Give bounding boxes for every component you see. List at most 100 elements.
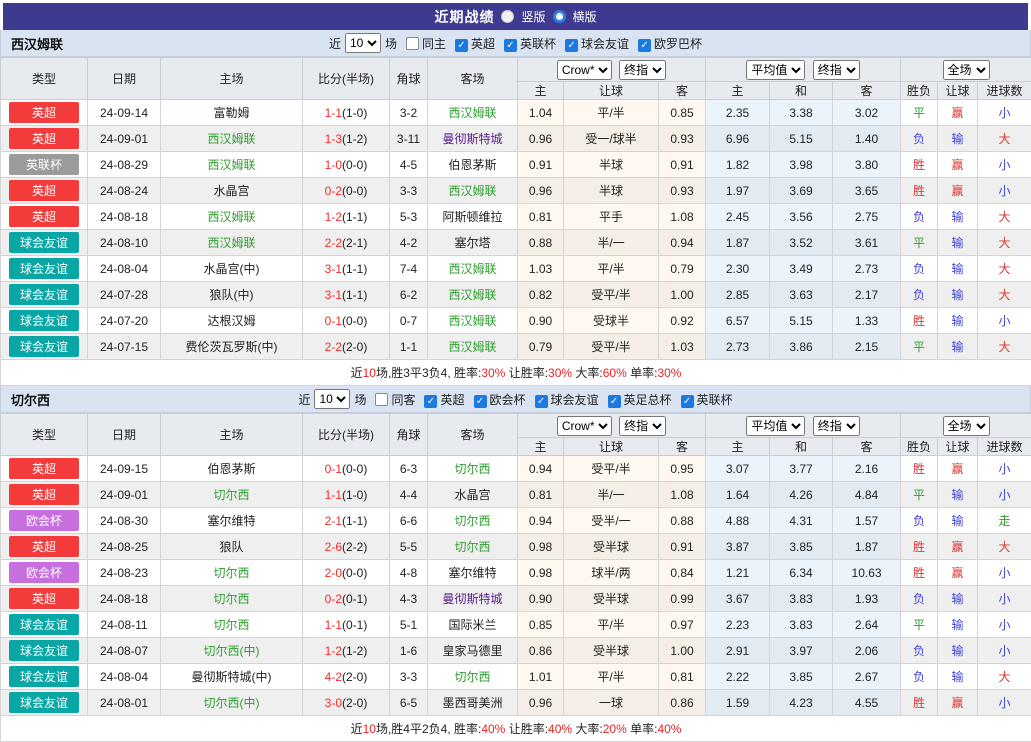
fulltime-score[interactable]: 1-2 [325,644,342,658]
home-team[interactable]: 狼队(中) [161,282,303,308]
away-team-name[interactable]: 西汉姆联 [448,184,496,198]
home-team[interactable]: 伯恩茅斯 [161,456,303,482]
home-team[interactable]: 西汉姆联 [161,126,303,152]
away-team-name[interactable]: 塞尔维特 [448,566,496,580]
league-checkbox[interactable]: ✓ [504,39,517,52]
home-team-name[interactable]: 狼队 [219,540,243,554]
score-cell[interactable]: 2-0(0-0) [303,560,390,586]
home-team[interactable]: 切尔西 [161,482,303,508]
away-team[interactable]: 皇家马德里 [428,638,518,664]
fulltime-score[interactable]: 4-2 [325,670,342,684]
fulltime-score[interactable]: 1-1 [325,106,342,120]
league-checkbox[interactable]: ✓ [681,395,694,408]
away-team[interactable]: 西汉姆联 [428,334,518,360]
away-team[interactable]: 西汉姆联 [428,308,518,334]
fulltime-score[interactable]: 0-1 [325,314,342,328]
fulltime-score[interactable]: 3-1 [325,262,342,276]
avg-final-select[interactable]: 终指 [813,60,860,80]
away-team-name[interactable]: 西汉姆联 [448,106,496,120]
league-checkbox[interactable]: ✓ [638,39,651,52]
home-team[interactable]: 曼彻斯特城(中) [161,664,303,690]
away-team-name[interactable]: 切尔西 [454,514,490,528]
away-team-name[interactable]: 墨西哥美洲 [442,696,502,710]
score-cell[interactable]: 0-1(0-0) [303,308,390,334]
score-cell[interactable]: 0-2(0-1) [303,586,390,612]
fulltime-score[interactable]: 0-2 [325,592,342,606]
away-team[interactable]: 曼彻斯特城 [428,126,518,152]
away-team[interactable]: 西汉姆联 [428,178,518,204]
away-team[interactable]: 伯恩茅斯 [428,152,518,178]
same-venue-checkbox[interactable] [375,393,388,406]
home-team[interactable]: 狼队 [161,534,303,560]
home-team-name[interactable]: 切尔西 [213,618,249,632]
score-cell[interactable]: 1-2(1-2) [303,638,390,664]
fulltime-score[interactable]: 1-1 [325,618,342,632]
away-team-name[interactable]: 西汉姆联 [448,262,496,276]
scope-select[interactable]: 全场 [943,60,990,80]
league-checkbox[interactable]: ✓ [608,395,621,408]
fulltime-score[interactable]: 3-0 [325,696,342,710]
away-team-name[interactable]: 西汉姆联 [448,288,496,302]
score-cell[interactable]: 0-1(0-0) [303,456,390,482]
away-team-name[interactable]: 切尔西 [454,462,490,476]
score-cell[interactable]: 1-3(1-2) [303,126,390,152]
home-team[interactable]: 切尔西(中) [161,638,303,664]
fulltime-score[interactable]: 0-1 [325,462,342,476]
home-team[interactable]: 西汉姆联 [161,230,303,256]
away-team-name[interactable]: 曼彻斯特城 [442,132,502,146]
league-checkbox[interactable]: ✓ [455,39,468,52]
home-team[interactable]: 水晶宫 [161,178,303,204]
home-team-name[interactable]: 伯恩茅斯 [207,462,255,476]
away-team[interactable]: 塞尔塔 [428,230,518,256]
home-team[interactable]: 费伦茨瓦罗斯(中) [161,334,303,360]
away-team[interactable]: 墨西哥美洲 [428,690,518,716]
home-team-name[interactable]: 水晶宫(中) [204,262,260,276]
away-team-name[interactable]: 西汉姆联 [448,314,496,328]
away-team[interactable]: 西汉姆联 [428,256,518,282]
away-team-name[interactable]: 西汉姆联 [448,340,496,354]
fulltime-score[interactable]: 2-2 [325,340,342,354]
away-team[interactable]: 切尔西 [428,664,518,690]
score-cell[interactable]: 1-1(1-0) [303,100,390,126]
home-team[interactable]: 达根汉姆 [161,308,303,334]
score-cell[interactable]: 3-1(1-1) [303,256,390,282]
away-team-name[interactable]: 水晶宫 [454,488,490,502]
home-team-name[interactable]: 富勒姆 [213,106,249,120]
away-team-name[interactable]: 切尔西 [454,670,490,684]
home-team-name[interactable]: 西汉姆联 [207,210,255,224]
away-team[interactable]: 西汉姆联 [428,100,518,126]
away-team[interactable]: 切尔西 [428,456,518,482]
home-team-name[interactable]: 切尔西 [213,566,249,580]
home-team[interactable]: 切尔西(中) [161,690,303,716]
home-team-name[interactable]: 塞尔维特 [207,514,255,528]
avg-final-select[interactable]: 终指 [813,416,860,436]
home-team-name[interactable]: 切尔西 [213,488,249,502]
league-checkbox[interactable]: ✓ [474,395,487,408]
score-cell[interactable]: 1-0(0-0) [303,152,390,178]
fulltime-score[interactable]: 1-1 [325,488,342,502]
home-team[interactable]: 水晶宫(中) [161,256,303,282]
away-team-name[interactable]: 伯恩茅斯 [448,158,496,172]
fulltime-score[interactable]: 1-3 [325,132,342,146]
league-checkbox[interactable]: ✓ [565,39,578,52]
score-cell[interactable]: 2-2(2-0) [303,334,390,360]
home-team[interactable]: 富勒姆 [161,100,303,126]
horizontal-layout-radio[interactable] [553,10,566,23]
score-cell[interactable]: 1-2(1-1) [303,204,390,230]
fulltime-score[interactable]: 1-0 [325,158,342,172]
away-team-name[interactable]: 曼彻斯特城 [442,592,502,606]
home-team-name[interactable]: 狼队(中) [210,288,254,302]
away-team[interactable]: 国际米兰 [428,612,518,638]
score-cell[interactable]: 3-0(2-0) [303,690,390,716]
home-team[interactable]: 西汉姆联 [161,204,303,230]
games-count-select[interactable]: 10 [345,33,381,53]
score-cell[interactable]: 1-1(1-0) [303,482,390,508]
home-team-name[interactable]: 切尔西(中) [204,644,260,658]
odds-final-select[interactable]: 终指 [619,416,666,436]
home-team-name[interactable]: 切尔西 [213,592,249,606]
fulltime-score[interactable]: 3-1 [325,288,342,302]
same-venue-checkbox[interactable] [406,37,419,50]
odds-final-select[interactable]: 终指 [619,60,666,80]
away-team[interactable]: 切尔西 [428,508,518,534]
fulltime-score[interactable]: 2-1 [325,514,342,528]
